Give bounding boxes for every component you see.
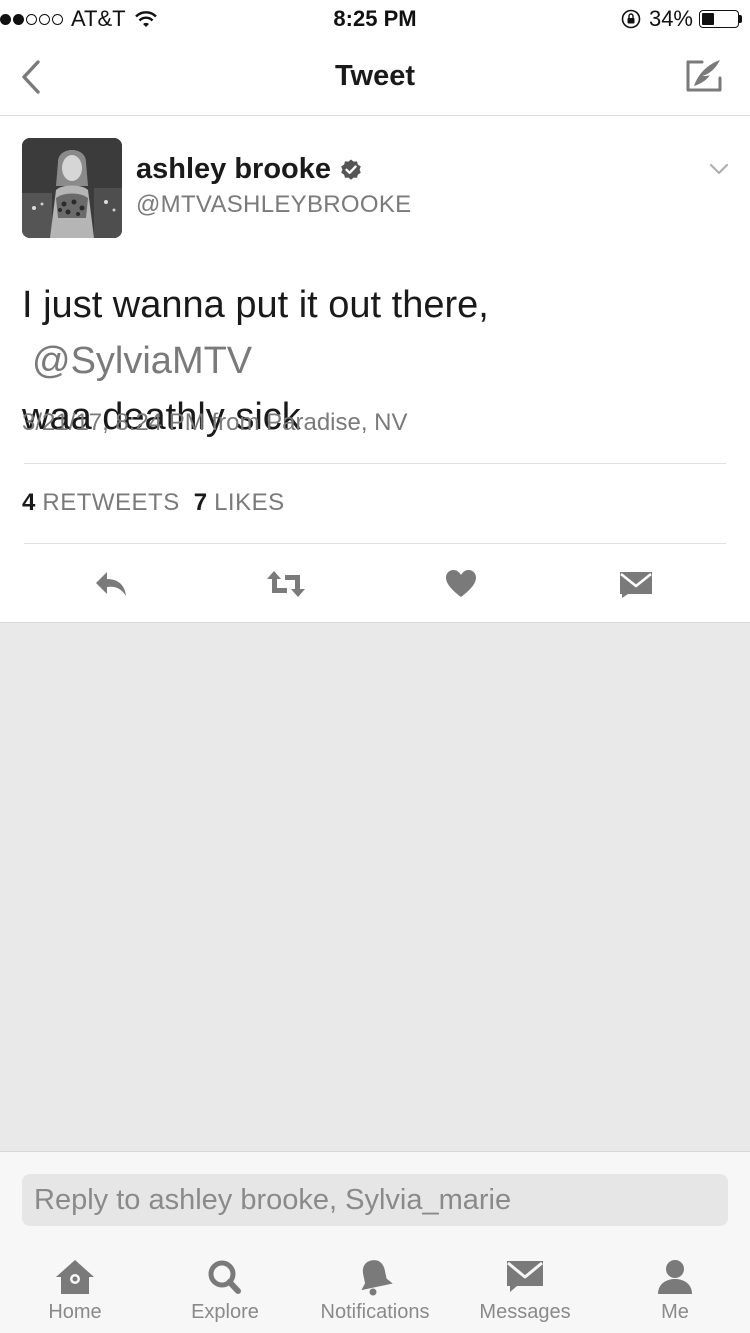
envelope-icon — [620, 572, 652, 598]
tweet-actions — [0, 562, 750, 606]
like-button[interactable] — [439, 562, 483, 606]
likes-label[interactable]: LIKES — [214, 489, 285, 517]
tab-me[interactable]: Me — [600, 1257, 750, 1329]
tab-label-explore: Explore — [191, 1301, 259, 1323]
orientation-lock-icon — [621, 9, 641, 29]
battery-icon — [699, 10, 739, 28]
home-icon — [56, 1260, 94, 1294]
person-icon — [658, 1260, 692, 1294]
chevron-down-icon[interactable] — [708, 161, 730, 177]
envelope-icon — [507, 1261, 543, 1292]
page-title: Tweet — [334, 60, 416, 92]
reply-button[interactable] — [89, 562, 133, 606]
avatar[interactable] — [22, 138, 122, 238]
tweet-text-start: I just wanna put it out there, — [22, 284, 489, 326]
tab-messages[interactable]: Messages — [450, 1257, 600, 1329]
author-handle[interactable]: @MTVASHLEYBROOKE — [136, 191, 411, 219]
avatar-photo-icon — [22, 138, 122, 238]
status-right: 34% — [621, 6, 742, 32]
divider — [24, 543, 726, 544]
tab-home[interactable]: Home — [0, 1257, 150, 1329]
tab-label-messages: Messages — [479, 1301, 571, 1323]
author-name-row[interactable]: ashley brooke — [136, 153, 363, 186]
author-name[interactable]: ashley brooke — [136, 153, 331, 186]
nav-bar: Tweet — [0, 40, 750, 116]
battery-percent: 34% — [648, 6, 693, 31]
heart-icon — [446, 570, 476, 597]
direct-message-button[interactable] — [614, 562, 658, 606]
tab-explore[interactable]: Explore — [150, 1257, 300, 1329]
reply-icon — [96, 572, 126, 596]
replies-area — [0, 623, 750, 1151]
retweet-button[interactable] — [264, 562, 308, 606]
tab-label-notifications: Notifications — [320, 1301, 430, 1323]
tweet-detail: ashley brooke @MTVASHLEYBROOKE I just wa… — [0, 117, 750, 623]
retweets-label[interactable]: RETWEETS — [42, 489, 179, 517]
likes-count[interactable]: 7 — [194, 489, 207, 517]
verified-badge-icon — [341, 159, 361, 180]
bell-icon — [361, 1260, 393, 1296]
tab-bar: Home Explore Notifications Messages Me — [0, 1241, 750, 1333]
mention-link[interactable]: @SylviaMTV — [32, 340, 252, 382]
tweet-stats: 4 RETWEETS 7 LIKES — [22, 489, 299, 517]
tab-notifications[interactable]: Notifications — [300, 1257, 450, 1329]
reply-input[interactable] — [22, 1174, 728, 1226]
search-icon — [208, 1260, 241, 1294]
divider — [24, 463, 726, 464]
tab-label-me: Me — [661, 1301, 689, 1323]
status-bar: AT&T 8:25 PM 34% — [0, 0, 750, 40]
retweet-icon — [267, 571, 305, 597]
tab-label-home: Home — [48, 1301, 102, 1323]
tweet-timestamp-location[interactable]: 3/21/17, 8:24 PM from Paradise, NV — [22, 409, 408, 437]
reply-bar — [0, 1151, 750, 1241]
compose-quill-icon[interactable] — [684, 56, 724, 96]
retweets-count[interactable]: 4 — [22, 489, 35, 517]
